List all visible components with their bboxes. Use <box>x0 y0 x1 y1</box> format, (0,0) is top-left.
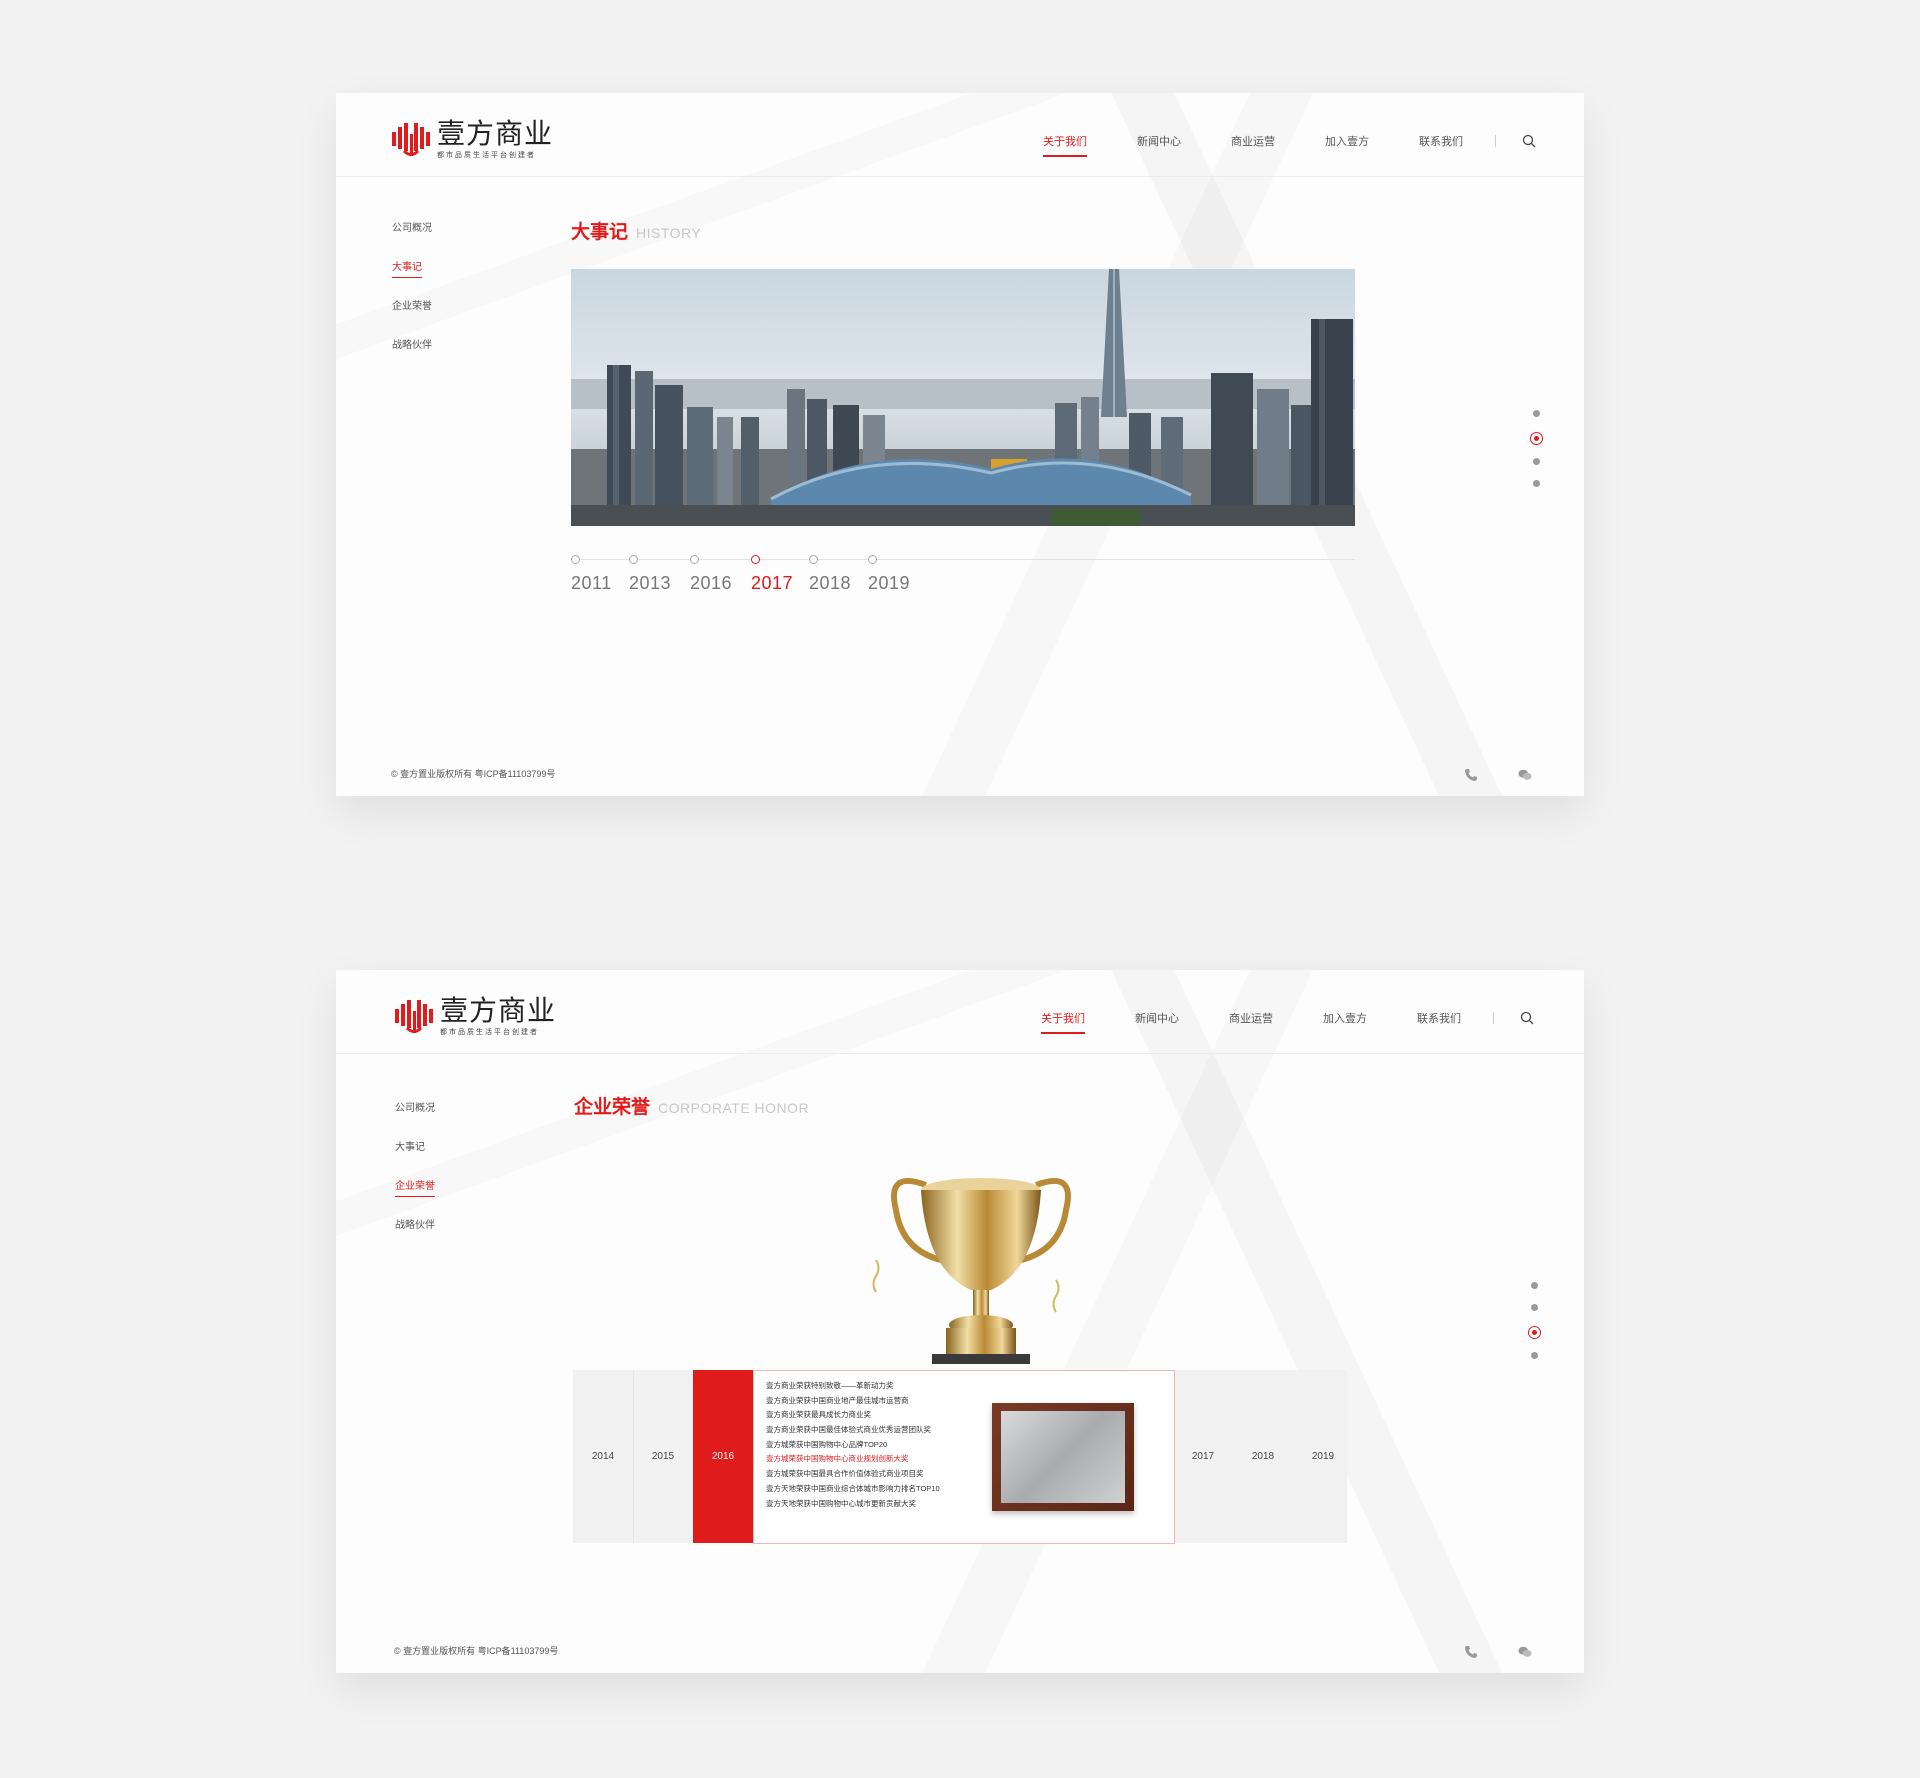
sidebar-item-honor[interactable]: 企业荣誉 <box>395 1177 435 1216</box>
pager-dot[interactable] <box>1533 480 1540 487</box>
about-sidebar: 公司概况 大事记 企业荣誉 战略伙伴 <box>392 219 432 375</box>
pager-dot-active[interactable] <box>1528 1326 1541 1339</box>
honor-item: 壹方天地荣获中国购物中心城市更新贡献大奖 <box>766 1498 916 1508</box>
nav-item-join[interactable]: 加入壹方 <box>1325 133 1369 157</box>
page-title-cn: 企业荣誉 <box>574 1096 651 1118</box>
phone-icon[interactable] <box>1464 768 1478 782</box>
page-title: 企业荣誉 CORPORATE HONOR <box>574 1092 809 1119</box>
page-title-en: HISTORY <box>636 225 702 241</box>
main-nav: 关于我们 新闻中心 商业运营 加入壹方 联系我们 <box>991 1010 1534 1034</box>
timeline-year[interactable]: 2019 <box>868 555 928 594</box>
site-header: 壹方商业 都市品质生活平台创建者 关于我们 新闻中心 商业运营 加入壹方 联系我… <box>336 93 1584 177</box>
brand-tagline: 都市品质生活平台创建者 <box>440 1029 539 1036</box>
pager-dot-active[interactable] <box>1530 432 1543 445</box>
pager-dot[interactable] <box>1531 1304 1538 1311</box>
wechat-icon[interactable] <box>1518 768 1532 782</box>
timeline-year[interactable]: 2016 <box>690 555 750 594</box>
nav-item-about[interactable]: 关于我们 <box>1041 1010 1085 1034</box>
wechat-icon[interactable] <box>1518 1645 1532 1659</box>
logo-mark-icon <box>392 122 430 156</box>
honor-item: 壹方商业荣获中国商业地产最佳城市运营商 <box>766 1395 909 1405</box>
honor-year-tab[interactable]: 2019 <box>1293 1370 1353 1543</box>
pager-dot[interactable] <box>1533 410 1540 417</box>
nav-item-contact[interactable]: 联系我们 <box>1419 133 1463 157</box>
honor-year-carousel: 2014 2015 2016 壹方商业荣获特别致敬——革新动力奖 壹方商业荣获中… <box>573 1370 1347 1544</box>
timeline-year-active[interactable]: 2017 <box>751 555 811 594</box>
brand-logo[interactable]: 壹方商业 都市品质生活平台创建者 <box>394 996 556 1037</box>
nav-item-operations[interactable]: 商业运营 <box>1229 1010 1273 1034</box>
sidebar-item-overview[interactable]: 公司概况 <box>395 1099 435 1138</box>
search-icon[interactable] <box>1522 134 1536 148</box>
sidebar-item-history[interactable]: 大事记 <box>392 258 432 297</box>
sidebar-item-overview[interactable]: 公司概况 <box>392 219 432 258</box>
honor-item: 壹方城荣获中国购物中心品牌TOP20 <box>766 1439 888 1449</box>
honor-year-tab[interactable]: 2014 <box>573 1370 634 1543</box>
honor-detail-panel: 壹方商业荣获特别致敬——革新动力奖 壹方商业荣获中国商业地产最佳城市运营商 壹方… <box>753 1370 1175 1544</box>
search-icon[interactable] <box>1520 1011 1534 1025</box>
sidebar-item-honor[interactable]: 企业荣誉 <box>392 297 432 336</box>
honor-year-tab[interactable]: 2015 <box>633 1370 693 1543</box>
brand-name: 壹方商业 <box>437 117 554 150</box>
pager-dot[interactable] <box>1531 1282 1538 1289</box>
honor-item-highlighted: 壹方城荣获中国购物中心商业规划创新大奖 <box>766 1454 909 1464</box>
nav-item-operations[interactable]: 商业运营 <box>1231 133 1275 157</box>
honor-year-tab[interactable]: 2018 <box>1233 1370 1293 1543</box>
honor-item: 壹方商业荣获中国最佳体验式商业优秀运营团队奖 <box>766 1425 931 1435</box>
pager-dot[interactable] <box>1533 458 1540 465</box>
honor-item: 壹方天地荣获中国商业综合体城市影响力排名TOP10 <box>766 1483 940 1493</box>
nav-item-about[interactable]: 关于我们 <box>1043 133 1087 157</box>
brand-tagline: 都市品质生活平台创建者 <box>437 152 536 159</box>
phone-icon[interactable] <box>1464 1645 1478 1659</box>
sidebar-item-partners[interactable]: 战略伙伴 <box>395 1216 435 1255</box>
page-title: 大事记 HISTORY <box>571 217 701 244</box>
honor-item: 壹方商业荣获特别致敬——革新动力奖 <box>766 1381 894 1390</box>
main-nav: 关于我们 新闻中心 商业运营 加入壹方 联系我们 <box>993 133 1536 157</box>
honor-item: 壹方商业荣获最具成长力商业奖 <box>766 1410 871 1420</box>
footer-contact-icons <box>1424 768 1532 782</box>
nav-item-contact[interactable]: 联系我们 <box>1417 1010 1461 1034</box>
timeline-year[interactable]: 2013 <box>629 555 689 594</box>
about-sidebar: 公司概况 大事记 企业荣誉 战略伙伴 <box>395 1099 435 1255</box>
pager-dot[interactable] <box>1531 1352 1538 1359</box>
page-title-cn: 大事记 <box>571 221 629 243</box>
timeline-year[interactable]: 2011 <box>571 555 631 594</box>
honor-list: 壹方商业荣获特别致敬——革新动力奖 壹方商业荣获中国商业地产最佳城市运营商 壹方… <box>766 1379 940 1511</box>
honor-page-card: 壹方商业 都市品质生活平台创建者 关于我们 新闻中心 商业运营 加入壹方 联系我… <box>336 970 1584 1673</box>
nav-item-news[interactable]: 新闻中心 <box>1135 1010 1179 1034</box>
certificate-image <box>992 1403 1134 1511</box>
section-pager <box>1528 1282 1541 1374</box>
brand-name: 壹方商业 <box>440 994 557 1027</box>
city-skyline-image <box>571 269 1355 526</box>
nav-item-join[interactable]: 加入壹方 <box>1323 1010 1367 1034</box>
copyright-text: © 壹方置业版权所有 粤ICP备11103799号 <box>391 769 556 779</box>
sidebar-item-partners[interactable]: 战略伙伴 <box>392 336 432 375</box>
trophy-image <box>872 1178 1071 1364</box>
honor-year-tab-active[interactable]: 2016 <box>693 1370 753 1543</box>
footer-contact-icons <box>1424 1645 1532 1659</box>
sidebar-item-history[interactable]: 大事记 <box>395 1138 435 1177</box>
nav-item-news[interactable]: 新闻中心 <box>1137 133 1181 157</box>
logo-mark-icon <box>395 999 433 1033</box>
history-page-card: 壹方商业 都市品质生活平台创建者 关于我们 新闻中心 商业运营 加入壹方 联系我… <box>336 93 1584 796</box>
page-title-en: CORPORATE HONOR <box>658 1100 810 1116</box>
honor-year-tab[interactable]: 2017 <box>1173 1370 1233 1543</box>
site-header: 壹方商业 都市品质生活平台创建者 关于我们 新闻中心 商业运营 加入壹方 联系我… <box>336 970 1584 1054</box>
copyright-text: © 壹方置业版权所有 粤ICP备11103799号 <box>394 1646 559 1656</box>
brand-logo[interactable]: 壹方商业 都市品质生活平台创建者 <box>391 119 553 160</box>
nav-divider <box>1495 135 1496 147</box>
honor-item: 壹方城荣获中国最具合作价值体验式商业项目奖 <box>766 1469 924 1479</box>
timeline-year[interactable]: 2018 <box>809 555 869 594</box>
section-pager <box>1530 410 1543 502</box>
nav-divider <box>1493 1012 1494 1024</box>
